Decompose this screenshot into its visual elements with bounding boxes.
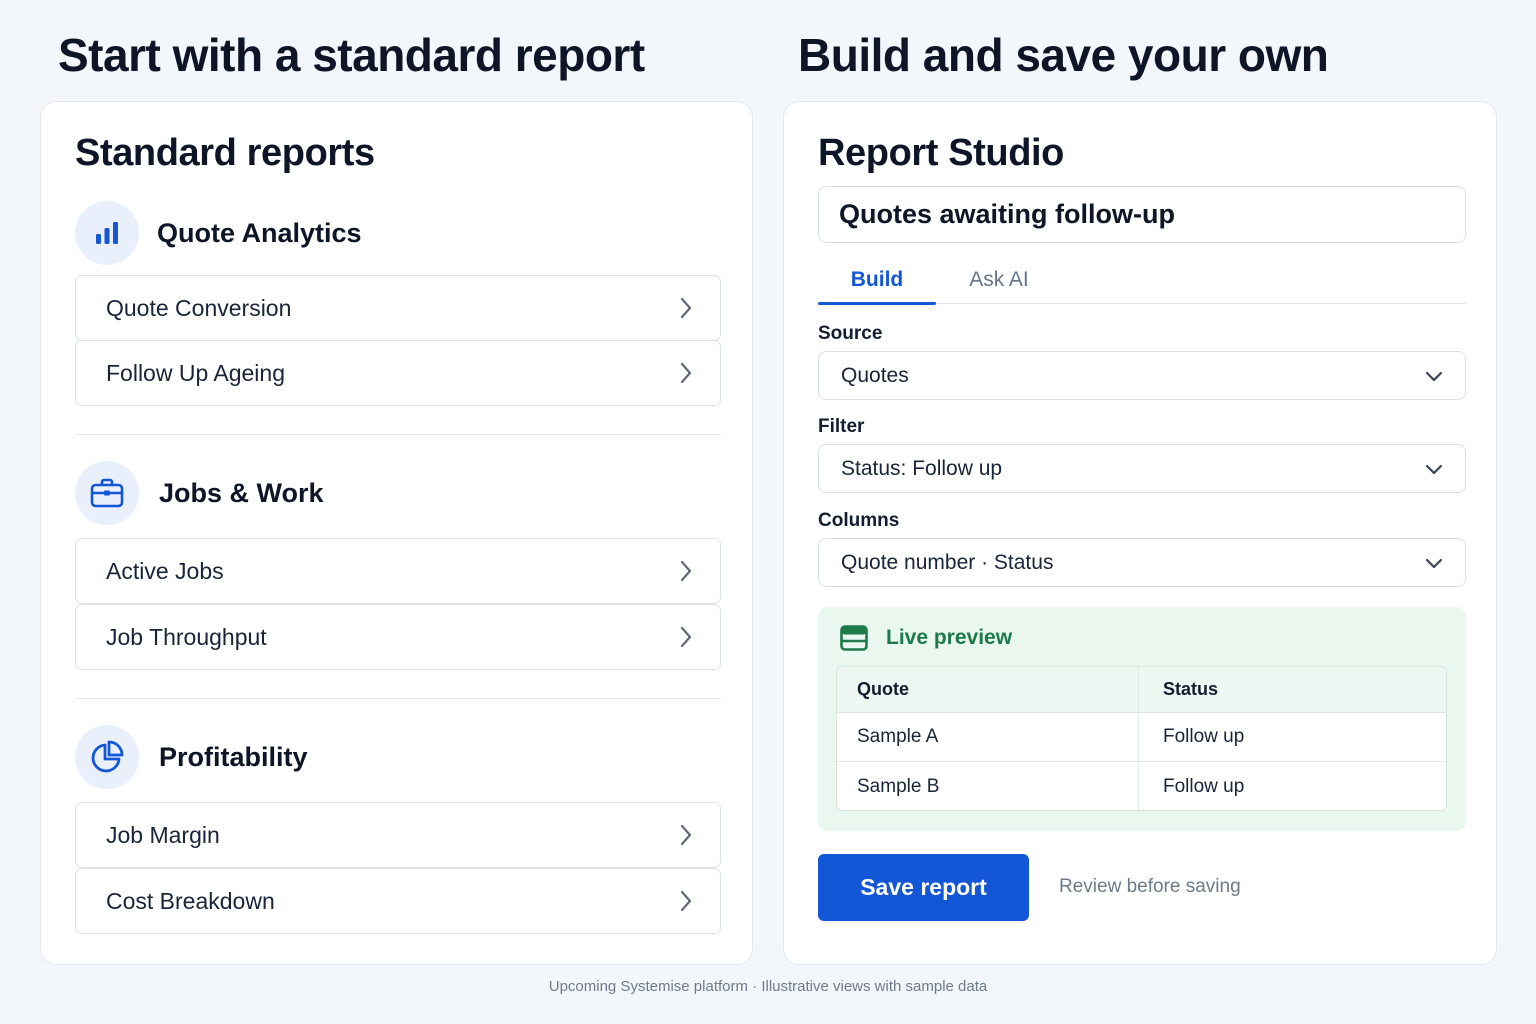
chevron-right-icon (680, 560, 692, 582)
report-label: Job Throughput (106, 623, 267, 650)
live-preview-panel: Live preview Quote Status Sample A Follo… (818, 607, 1466, 831)
source-value: Quotes (841, 363, 909, 387)
chevron-right-icon (680, 297, 692, 319)
report-label: Follow Up Ageing (106, 359, 285, 386)
report-label: Job Margin (106, 821, 220, 848)
column-header-quote: Quote (837, 667, 1139, 712)
report-follow-up-ageing[interactable]: Follow Up Ageing (75, 340, 721, 406)
section-jobs-work: Jobs & Work (75, 460, 324, 526)
review-hint: Review before saving (1059, 876, 1241, 897)
chevron-right-icon (680, 824, 692, 846)
pie-chart-icon (75, 725, 139, 789)
report-cost-breakdown[interactable]: Cost Breakdown (75, 868, 721, 934)
report-label: Active Jobs (106, 557, 224, 584)
report-label: Quote Conversion (106, 294, 292, 321)
left-headline: Start with a standard report (58, 29, 645, 81)
section-label: Quote Analytics (157, 217, 362, 248)
tab-build[interactable]: Build (818, 255, 936, 305)
columns-select[interactable]: Quote number · Status (818, 538, 1466, 587)
cell-quote: Sample A (837, 713, 1139, 761)
section-label: Profitability (159, 741, 308, 772)
chevron-right-icon (680, 626, 692, 648)
section-profitability: Profitability (75, 724, 308, 790)
report-job-throughput[interactable]: Job Throughput (75, 604, 721, 670)
briefcase-icon (75, 461, 139, 525)
columns-label: Columns (818, 510, 900, 531)
chevron-down-icon (1425, 558, 1443, 568)
filter-value: Status: Follow up (841, 456, 1003, 480)
report-label: Cost Breakdown (106, 887, 275, 914)
report-studio-title: Report Studio (818, 132, 1064, 174)
cell-quote: Sample B (837, 762, 1139, 810)
source-select[interactable]: Quotes (818, 351, 1466, 400)
section-divider (75, 698, 721, 699)
save-report-button[interactable]: Save report (818, 854, 1029, 921)
columns-value: Quote number · Status (841, 550, 1054, 574)
report-quote-conversion[interactable]: Quote Conversion (75, 275, 721, 341)
table-header-row: Quote Status (837, 667, 1446, 713)
right-headline: Build and save your own (798, 29, 1329, 81)
standard-reports-panel: Standard reports Quote Analytics Quote C… (40, 101, 753, 965)
tab-ask-ai[interactable]: Ask AI (940, 255, 1058, 304)
table-icon (840, 625, 868, 651)
report-name-input[interactable]: Quotes awaiting follow-up (818, 186, 1466, 243)
table-row: Sample B Follow up (837, 762, 1446, 810)
footer-note: Upcoming Systemise platform · Illustrati… (548, 978, 988, 995)
live-preview-header: Live preview (840, 623, 1012, 653)
report-active-jobs[interactable]: Active Jobs (75, 538, 721, 604)
chevron-down-icon (1425, 371, 1443, 381)
live-preview-title: Live preview (886, 626, 1013, 649)
filter-select[interactable]: Status: Follow up (818, 444, 1466, 493)
section-quote-analytics: Quote Analytics (75, 200, 362, 266)
cell-status: Follow up (1163, 775, 1245, 797)
report-studio-panel: Report Studio Quotes awaiting follow-up … (783, 101, 1497, 965)
bar-chart-icon (75, 201, 139, 265)
studio-tabs: Build Ask AI (818, 255, 1466, 305)
table-row: Sample A Follow up (837, 713, 1446, 762)
cell-status: Follow up (1163, 726, 1245, 747)
section-divider (75, 434, 721, 435)
preview-table: Quote Status Sample A Follow up Sample B… (836, 666, 1447, 811)
chevron-down-icon (1425, 464, 1443, 474)
chevron-right-icon (680, 362, 692, 384)
report-job-margin[interactable]: Job Margin (75, 802, 721, 868)
filter-label: Filter (818, 416, 865, 437)
source-label: Source (818, 323, 883, 344)
section-label: Jobs & Work (159, 477, 324, 508)
standard-reports-title: Standard reports (75, 132, 375, 174)
chevron-right-icon (680, 890, 692, 912)
column-header-status: Status (1163, 679, 1219, 699)
